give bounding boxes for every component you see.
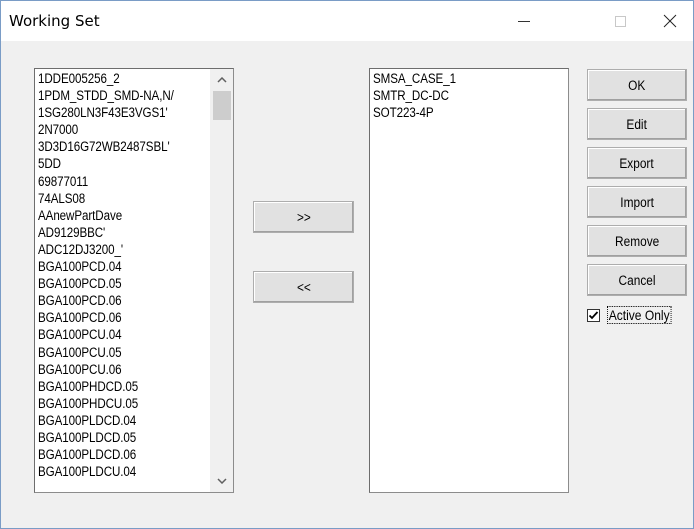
chevron-down-icon (217, 478, 227, 484)
list-item[interactable]: BGA100PCU.06 (38, 361, 186, 378)
available-parts-items: 1DDE005256_2 1PDM_STDD_SMD-NA,N/1SG280LN3… (35, 69, 210, 480)
list-item[interactable]: 74ALS08 (38, 190, 186, 207)
list-item[interactable]: BGA100PHDCU.05 (38, 395, 186, 412)
cancel-button[interactable]: Cancel (587, 264, 687, 296)
scroll-up-button[interactable] (211, 69, 233, 91)
active-only-label[interactable]: Active Only (607, 306, 672, 324)
close-button[interactable] (647, 1, 693, 41)
add-to-working-set-button[interactable]: >> (253, 201, 354, 233)
import-button[interactable]: Import (587, 186, 687, 218)
minimize-button[interactable] (501, 1, 547, 41)
maximize-button[interactable] (597, 1, 643, 41)
available-parts-list[interactable]: 1DDE005256_2 1PDM_STDD_SMD-NA,N/1SG280LN3… (34, 68, 234, 493)
list-item[interactable]: SOT223-4P (373, 104, 541, 121)
list-item[interactable]: AAnewPartDave (38, 207, 186, 224)
list-item[interactable]: SMSA_CASE_1 (373, 70, 541, 87)
active-only-option[interactable]: Active Only (587, 306, 682, 324)
chevron-up-icon (217, 77, 227, 83)
working-set-items: SMSA_CASE_1 SMTR_DC-DC SOT223-4P (370, 69, 568, 121)
available-list-scrollbar[interactable] (210, 69, 233, 492)
list-item[interactable]: BGA100PCD.06 (38, 292, 186, 309)
remove-button-label: Remove (614, 233, 660, 249)
remove-button-label: << (296, 279, 311, 295)
edit-button[interactable]: Edit (587, 108, 687, 140)
working-set-list[interactable]: SMSA_CASE_1 SMTR_DC-DC SOT223-4P (369, 68, 569, 493)
list-item[interactable]: AD9129BBC' (38, 224, 186, 241)
ok-button-label: OK (628, 77, 646, 93)
remove-from-working-set-button[interactable]: << (253, 271, 354, 303)
checkmark-icon (588, 310, 599, 319)
minimize-icon (518, 20, 530, 22)
list-item[interactable]: 1PDM_STDD_SMD-NA,N/ (38, 87, 186, 104)
add-button-label: >> (296, 209, 311, 225)
list-item[interactable]: BGA100PCD.04 (38, 258, 186, 275)
edit-button-label: Edit (626, 116, 648, 132)
list-item[interactable]: ADC12DJ3200_' (38, 241, 186, 258)
scrollbar-thumb[interactable] (213, 91, 231, 120)
list-item[interactable]: BGA100PLDCU.04 (38, 463, 186, 480)
list-item[interactable]: 2N7000 (38, 121, 186, 138)
title-bar[interactable]: Working Set (1, 1, 693, 41)
list-item[interactable]: BGA100PCU.05 (38, 344, 186, 361)
list-item[interactable]: 1SG280LN3F43E3VGS1' (38, 104, 186, 121)
export-button[interactable]: Export (587, 147, 687, 179)
list-item[interactable]: BGA100PHDCD.05 (38, 378, 186, 395)
list-item[interactable]: 69877011 (38, 173, 186, 190)
list-item[interactable]: BGA100PCD.05 (38, 275, 186, 292)
list-item[interactable]: 5DD (38, 155, 186, 172)
list-item[interactable]: BGA100PLDCD.04 (38, 412, 186, 429)
list-item[interactable]: BGA100PCD.06 (38, 309, 186, 326)
working-set-dialog: Working Set 1DDE005256_2 1PDM_STDD_SMD-NA… (0, 0, 694, 529)
window-title: Working Set (9, 12, 100, 30)
export-button-label: Export (619, 155, 655, 171)
list-item[interactable]: SMTR_DC-DC (373, 87, 541, 104)
ok-button[interactable]: OK (587, 69, 687, 101)
list-item[interactable]: BGA100PCU.04 (38, 326, 186, 343)
list-item[interactable]: BGA100PLDCD.05 (38, 429, 186, 446)
import-button-label: Import (620, 194, 654, 210)
maximize-icon (614, 15, 626, 27)
close-icon (663, 14, 677, 28)
list-item[interactable]: BGA100PLDCD.06 (38, 446, 186, 463)
active-only-checkbox[interactable] (587, 308, 600, 322)
remove-button[interactable]: Remove (587, 225, 687, 257)
scroll-down-button[interactable] (211, 470, 233, 492)
cancel-button-label: Cancel (618, 272, 656, 288)
list-item[interactable]: 3D3D16G72WB2487SBL' (38, 138, 186, 155)
list-item[interactable]: 1DDE005256_2 (38, 70, 186, 87)
